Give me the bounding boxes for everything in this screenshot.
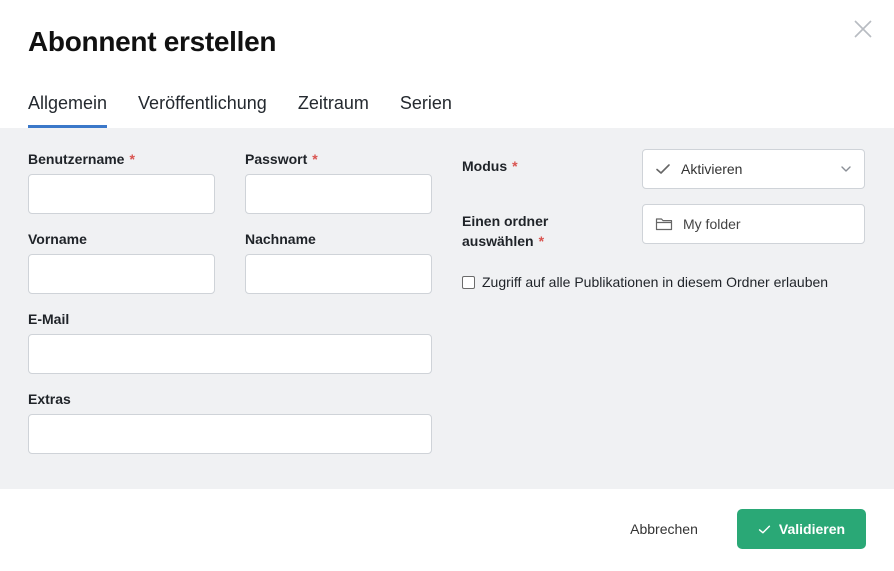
tab-bar: Allgemein Veröffentlichung Zeitraum Seri… [28,92,483,128]
required-marker: * [512,158,518,174]
firstname-input[interactable] [28,254,215,294]
firstname-label: Vorname [28,231,87,247]
email-label: E-Mail [28,311,70,327]
folder-value: My folder [683,216,741,232]
tab-allgemein[interactable]: Allgemein [28,92,108,128]
folder-label: Einen ordner auswählen * [462,213,549,249]
required-marker: * [312,151,318,167]
password-input[interactable] [245,174,432,214]
check-icon [655,161,671,177]
access-checkbox[interactable] [462,275,475,289]
dialog-title: Abonnent erstellen [28,26,277,57]
access-label: Zugriff auf alle Publikationen in diesem… [482,274,829,290]
mode-selected-value: Aktivieren [681,161,743,177]
lastname-label: Nachname [245,231,316,247]
tab-serien[interactable]: Serien [400,92,452,128]
email-input[interactable] [28,334,432,374]
mode-label: Modus * [462,158,518,174]
tab-veroeffentlichung[interactable]: Veröffentlichung [138,92,267,128]
folder-picker[interactable]: My folder [642,204,865,244]
validate-button[interactable]: Validieren [737,509,866,549]
validate-label: Validieren [778,521,846,537]
cancel-button[interactable]: Abbrechen [614,517,714,541]
username-input[interactable] [28,174,215,214]
form-panel: Benutzername * Passwort * Vorname Nachname… [0,128,894,489]
extras-label: Extras [28,391,71,407]
required-marker: * [538,233,545,249]
chevron-down-icon [840,163,852,175]
dialog-footer: Abbrechen Validieren [0,489,894,571]
close-icon[interactable] [851,17,875,41]
access-row: Zugriff auf alle Publikationen in diesem… [462,274,828,290]
username-label: Benutzername * [28,151,135,167]
check-icon [758,523,771,536]
dialog-header: Abonnent erstellen Allgemein Veröffentli… [0,0,894,128]
extras-input[interactable] [28,414,432,454]
tab-zeitraum[interactable]: Zeitraum [298,92,369,128]
mode-select[interactable]: Aktivieren [642,149,865,189]
lastname-input[interactable] [245,254,432,294]
folder-icon [655,216,673,232]
required-marker: * [129,151,135,167]
password-label: Passwort * [245,151,318,167]
